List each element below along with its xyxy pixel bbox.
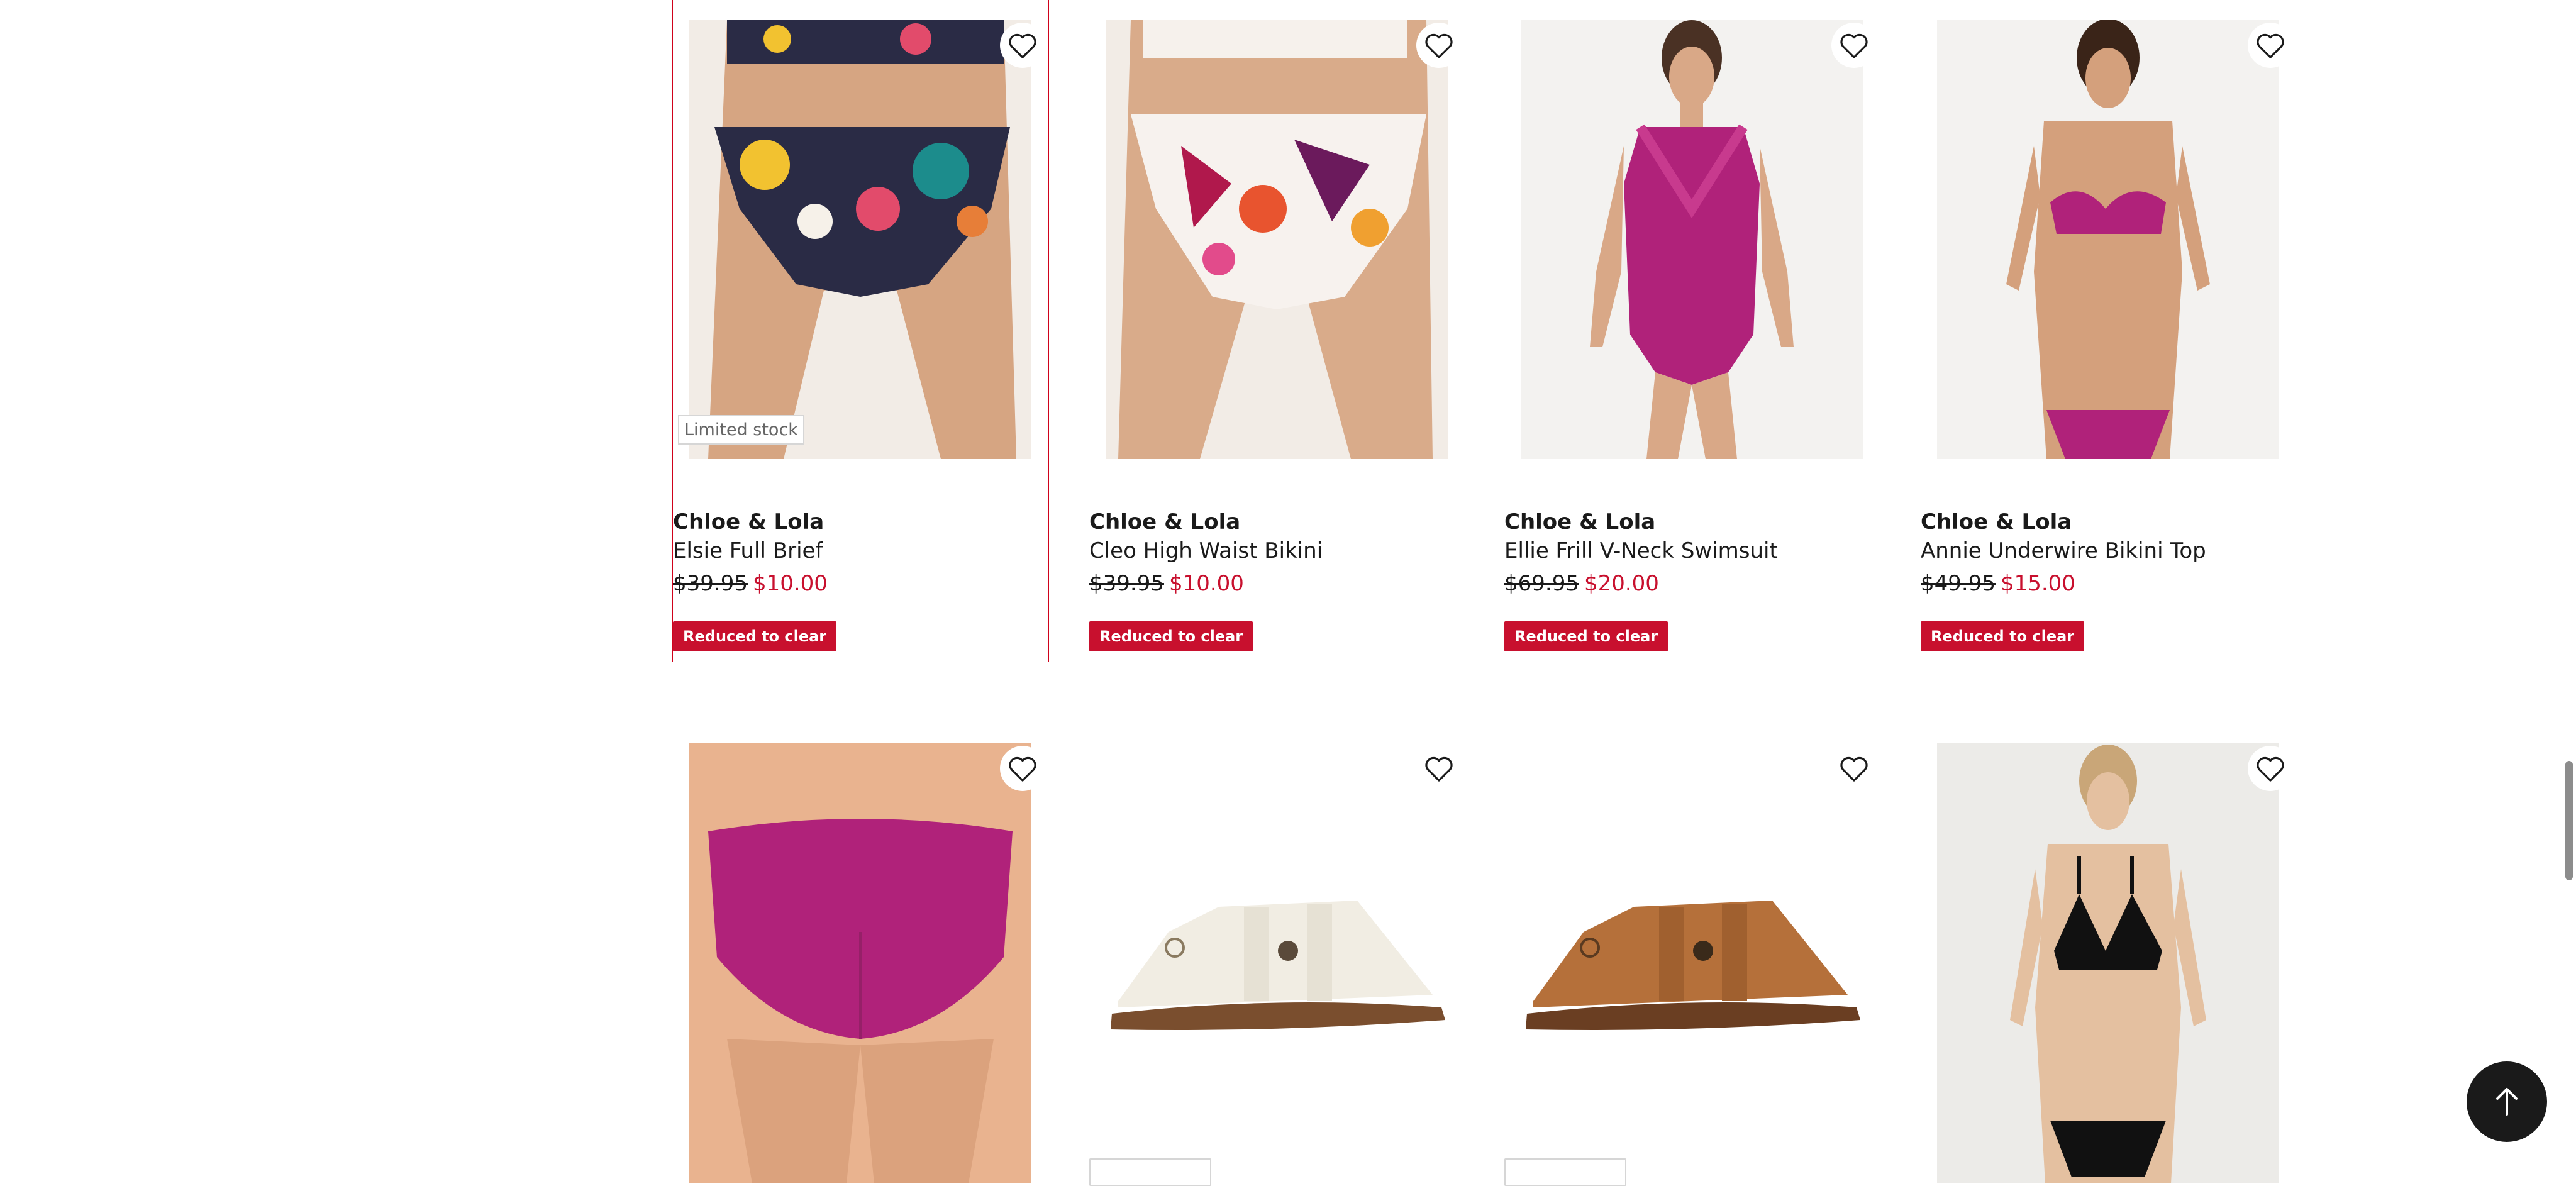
wishlist-heart-icon[interactable]: [1000, 746, 1045, 791]
product-grid: Limited stock Chloe & Lola Elsie Full Br…: [673, 0, 2336, 1186]
product-image[interactable]: [1937, 743, 2279, 1183]
stock-badge: [1504, 1158, 1626, 1186]
wishlist-heart-icon[interactable]: [2248, 746, 2293, 791]
product-card[interactable]: [673, 0, 1048, 1183]
product-card[interactable]: [1089, 0, 1464, 1186]
product-image[interactable]: [689, 743, 1031, 1183]
product-card[interactable]: [1921, 0, 2296, 1183]
stock-badge: [1089, 1158, 1211, 1186]
page-scrollbar[interactable]: [2566, 0, 2576, 1171]
wishlist-heart-icon[interactable]: [1831, 746, 1877, 791]
product-image[interactable]: [1106, 743, 1448, 1183]
product-image[interactable]: [1521, 743, 1863, 1183]
wishlist-heart-icon[interactable]: [1416, 746, 1462, 791]
arrow-up-icon: [2488, 1083, 2526, 1121]
back-to-top-button[interactable]: [2467, 1061, 2547, 1142]
scrollbar-thumb[interactable]: [2565, 761, 2573, 880]
product-card[interactable]: [1504, 0, 1879, 1186]
